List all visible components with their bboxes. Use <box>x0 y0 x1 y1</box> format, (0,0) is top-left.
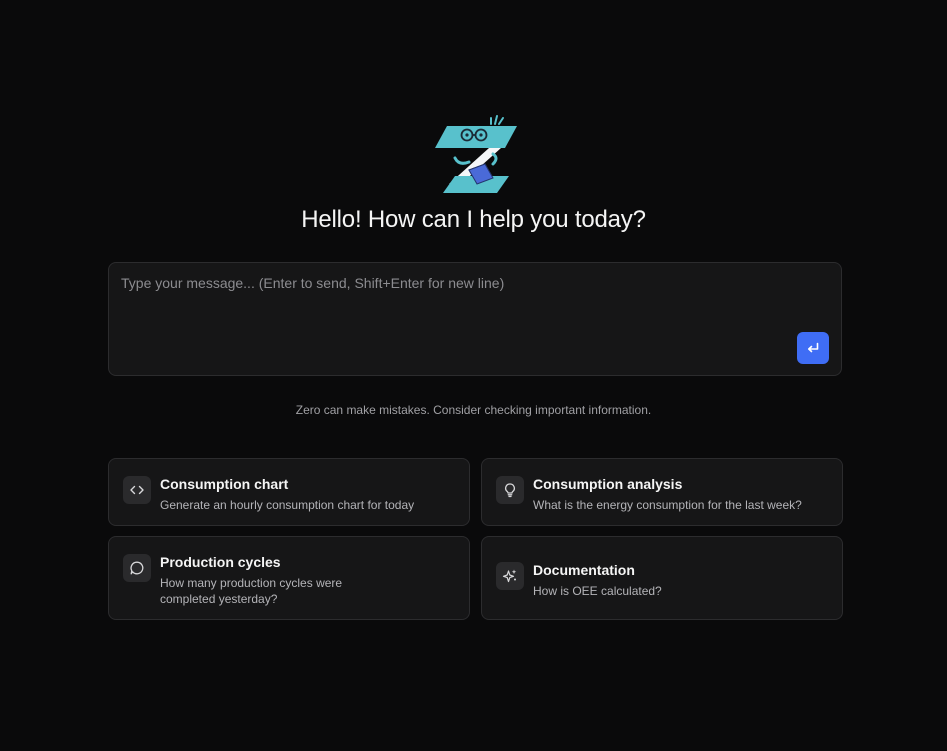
greeting-heading: Hello! How can I help you today? <box>301 206 646 233</box>
suggestion-title: Consumption analysis <box>533 476 683 492</box>
message-input[interactable] <box>121 275 781 335</box>
send-button[interactable] <box>797 332 829 364</box>
zero-mascot-logo <box>435 115 517 193</box>
suggestion-card-consumption-chart[interactable]: Consumption chart Generate an hourly con… <box>108 458 470 526</box>
suggestion-title: Consumption chart <box>160 476 289 492</box>
suggestion-subtitle: Generate an hourly consumption chart for… <box>160 498 415 512</box>
chat-bubble-icon <box>123 554 151 582</box>
suggestion-card-consumption-analysis[interactable]: Consumption analysis What is the energy … <box>481 458 843 526</box>
enter-return-icon <box>808 342 819 353</box>
suggestion-card-production-cycles[interactable]: Production cycles How many production cy… <box>108 536 470 620</box>
suggestion-title: Documentation <box>533 562 635 578</box>
lightbulb-icon <box>496 476 524 504</box>
suggestion-card-documentation[interactable]: Documentation How is OEE calculated? <box>481 536 843 620</box>
suggestion-subtitle: How is OEE calculated? <box>533 584 662 598</box>
suggestion-subtitle-line: completed yesterday? <box>160 592 278 606</box>
suggestion-subtitle: How many production cycles were complete… <box>160 575 450 607</box>
suggestion-subtitle-line: How many production cycles were <box>160 576 343 590</box>
sparkles-icon <box>496 562 524 590</box>
message-composer <box>108 262 842 376</box>
code-icon <box>123 476 151 504</box>
suggestion-subtitle: What is the energy consumption for the l… <box>533 498 802 512</box>
chat-start-page: Hello! How can I help you today? Zero ca… <box>0 0 947 751</box>
suggestion-title: Production cycles <box>160 554 281 570</box>
disclaimer-text: Zero can make mistakes. Consider checkin… <box>295 403 652 417</box>
